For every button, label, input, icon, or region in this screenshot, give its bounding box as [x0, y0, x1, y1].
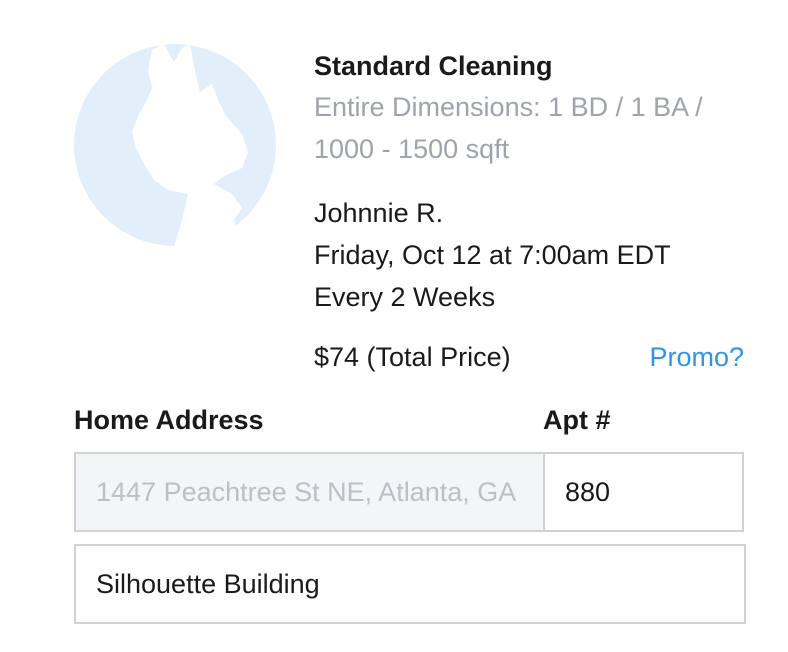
provider-name: Johnnie R. [314, 198, 444, 228]
promo-link[interactable]: Promo? [649, 336, 744, 378]
service-title: Standard Cleaning [314, 51, 553, 81]
booking-details: Johnnie R. Friday, Oct 12 at 7:00am EDT … [314, 192, 671, 318]
total-price: $74 (Total Price) [314, 342, 511, 372]
service-dimensions: Entire Dimensions: 1 BD / 1 BA / 1000 - … [314, 92, 703, 164]
apt-label: Apt # [543, 405, 611, 435]
home-address-label: Home Address [74, 405, 264, 435]
address-line-2-input[interactable] [74, 544, 746, 624]
booking-datetime: Friday, Oct 12 at 7:00am EDT [314, 240, 671, 270]
provider-avatar [74, 44, 276, 246]
apt-input[interactable] [543, 452, 744, 532]
home-address-input[interactable] [74, 452, 545, 532]
service-summary: Standard Cleaning Entire Dimensions: 1 B… [314, 46, 754, 170]
booking-frequency: Every 2 Weeks [314, 282, 496, 312]
